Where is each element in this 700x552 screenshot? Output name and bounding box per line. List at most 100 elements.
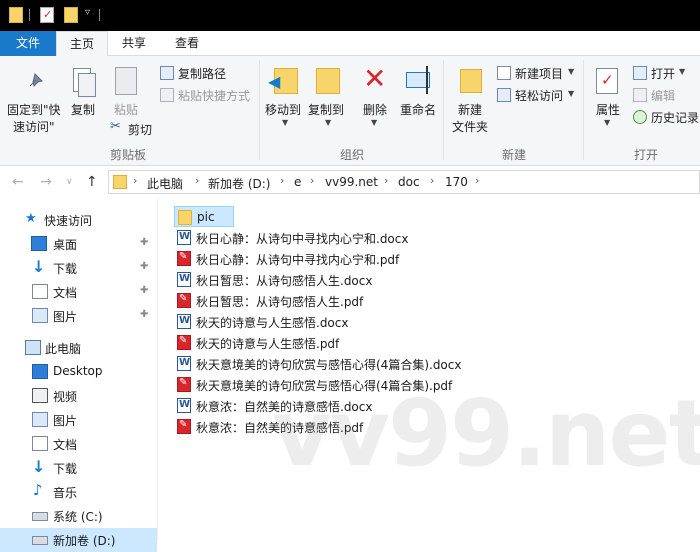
nav-music[interactable]: ♪ 音乐 xyxy=(0,480,157,504)
chevron-right-icon[interactable]: › xyxy=(280,174,284,187)
address-bar[interactable]: › 此电脑 › 新加卷 (D:) › e › vv99.net › doc › … xyxy=(108,170,700,194)
nav-new-volume-d[interactable]: 新加卷 (D:) xyxy=(0,528,157,552)
file-name: 秋日暂思：从诗句感悟人生.docx xyxy=(196,274,373,288)
chevron-right-icon[interactable]: › xyxy=(384,174,388,187)
nav-documents[interactable]: 文档 ✚ xyxy=(0,280,157,304)
video-icon xyxy=(32,388,48,403)
nav-pictures[interactable]: 图片 ✚ xyxy=(0,304,157,328)
nav-pc-pictures[interactable]: 图片 xyxy=(0,408,157,432)
pdf-document-icon xyxy=(177,419,191,434)
group-new-label: 新建 xyxy=(502,148,527,162)
nav-system-c[interactable]: 系统 (C:) xyxy=(0,504,157,528)
pin-icon xyxy=(29,73,43,87)
up-arrow-icon[interactable]: ↑ xyxy=(86,174,98,190)
properties-button[interactable]: ✓ 属性 ▼ xyxy=(590,64,626,134)
navigation-pane: ★ 快速访问 桌面 ✚ ↓ 下载 ✚ 文档 ✚ 图片 ✚ 此电脑 Desktop… xyxy=(0,198,157,552)
delete-button[interactable]: ✕ 删除 ▼ xyxy=(357,62,393,134)
dropdown-icon: ▼ xyxy=(679,67,686,76)
nav-desktop-label: 桌面 xyxy=(53,238,78,252)
move-to-label: 移动到 xyxy=(265,103,302,117)
list-item[interactable]: 秋日心静：从诗句中寻找内心宁和.pdf xyxy=(174,248,694,269)
copy-button[interactable]: 复制 xyxy=(66,64,102,134)
delete-x-icon: ✕ xyxy=(363,62,387,95)
navigation-pane-divider[interactable] xyxy=(157,198,158,540)
group-separator xyxy=(443,60,444,160)
tab-file[interactable]: 文件 xyxy=(0,31,56,56)
file-name: pic xyxy=(197,210,215,224)
breadcrumb-drive[interactable]: 新加卷 (D:) xyxy=(208,175,270,192)
pin-icon[interactable]: ✚ xyxy=(140,285,148,296)
nav-pc-downloads[interactable]: ↓ 下载 xyxy=(0,456,157,480)
pin-icon[interactable]: ✚ xyxy=(140,261,148,272)
nav-videos[interactable]: 视频 xyxy=(0,384,157,408)
nav-this-pc[interactable]: 此电脑 xyxy=(0,336,157,360)
cut-button[interactable]: ✂ 剪切 xyxy=(110,119,170,137)
documents-icon xyxy=(32,284,48,299)
chevron-right-icon[interactable]: › xyxy=(475,174,479,187)
properties-icon[interactable]: ✓ xyxy=(40,7,54,23)
pictures-icon xyxy=(32,412,48,427)
chevron-right-icon[interactable]: › xyxy=(310,174,314,187)
history-icon xyxy=(633,110,647,124)
download-arrow-icon: ↓ xyxy=(32,257,46,276)
forward-arrow-icon[interactable]: → xyxy=(40,174,52,190)
paste-shortcut-button[interactable]: 粘贴快捷方式 xyxy=(160,86,260,104)
chevron-right-icon[interactable]: › xyxy=(195,174,199,187)
pdf-document-icon xyxy=(177,335,191,350)
list-item[interactable]: 秋日暂思：从诗句感悟人生.docx xyxy=(174,269,694,290)
copy-to-button[interactable]: 复制到 ▼ xyxy=(306,64,348,134)
copy-path-button[interactable]: 复制路径 xyxy=(160,64,260,82)
tab-view[interactable]: 查看 xyxy=(162,31,212,56)
history-button[interactable]: 历史记录 xyxy=(633,108,700,126)
chevron-right-icon[interactable]: › xyxy=(133,174,137,187)
nav-quick-access[interactable]: ★ 快速访问 xyxy=(0,208,157,232)
list-item[interactable]: pic xyxy=(174,206,234,227)
breadcrumb-e[interactable]: e xyxy=(294,175,301,189)
recent-dropdown-icon[interactable]: ∨ xyxy=(66,177,73,187)
copy-icon-back xyxy=(78,73,96,97)
edit-button[interactable]: 编辑 xyxy=(633,86,700,104)
pin-icon[interactable]: ✚ xyxy=(140,309,148,320)
breadcrumb-vv99[interactable]: vv99.net xyxy=(325,175,378,189)
list-item[interactable]: 秋天的诗意与人生感悟.pdf xyxy=(174,332,694,353)
list-item[interactable]: 秋天的诗意与人生感悟.docx xyxy=(174,311,694,332)
desktop-icon xyxy=(32,364,48,379)
group-clipboard-label: 剪贴板 xyxy=(110,148,147,162)
list-item[interactable]: 秋日暂思：从诗句感悟人生.pdf xyxy=(174,290,694,311)
folder-icon[interactable] xyxy=(9,7,23,23)
tab-home[interactable]: 主页 xyxy=(56,31,108,57)
file-name: 秋日心静：从诗句中寻找内心宁和.docx xyxy=(196,232,409,246)
list-item[interactable]: 秋天意境美的诗句欣赏与感悟心得(4篇合集).docx xyxy=(174,353,694,374)
chevron-right-icon[interactable]: › xyxy=(430,174,434,187)
computer-icon xyxy=(25,340,41,355)
cursor-icon xyxy=(426,66,428,94)
new-folder-icon[interactable] xyxy=(64,7,78,23)
move-to-button[interactable]: ◀ 移动到 ▼ xyxy=(264,64,306,134)
new-item-label: 新建项目 xyxy=(515,67,564,81)
breadcrumb-doc[interactable]: doc xyxy=(398,175,420,189)
tab-share[interactable]: 共享 xyxy=(110,31,158,56)
ribbon: 固定到"快 速访问" 复制 粘贴 复制路径 粘贴快捷方式 ✂ 剪切 剪贴板 ◀ … xyxy=(0,56,700,166)
breadcrumb-this-pc[interactable]: 此电脑 xyxy=(147,175,183,192)
rename-button[interactable]: 重命名 xyxy=(398,64,440,134)
group-open-label: 打开 xyxy=(634,148,659,162)
pin-icon[interactable]: ✚ xyxy=(140,237,148,248)
nav-pc-documents[interactable]: 文档 xyxy=(0,432,157,456)
separator xyxy=(99,9,100,21)
open-button[interactable]: 打开 ▼ xyxy=(633,64,700,82)
nav-quick-access-label: 快速访问 xyxy=(44,214,93,228)
paste-label: 粘贴 xyxy=(114,103,139,117)
pin-quick-access-button[interactable]: 固定到"快 速访问" xyxy=(4,64,64,134)
back-arrow-icon[interactable]: ← xyxy=(12,174,24,190)
customize-quick-access-icon[interactable]: ▿ xyxy=(85,7,90,18)
dropdown-icon: ▼ xyxy=(568,89,575,98)
nav-downloads[interactable]: ↓ 下载 ✚ xyxy=(0,256,157,280)
breadcrumb-170[interactable]: 170 xyxy=(445,175,468,189)
open-label: 打开 xyxy=(651,67,676,81)
easy-access-button[interactable]: 轻松访问 ▼ xyxy=(497,86,579,104)
new-folder-button[interactable]: 新建 文件夹 xyxy=(450,64,492,144)
list-item[interactable]: 秋日心静：从诗句中寻找内心宁和.docx xyxy=(174,227,694,248)
nav-pc-desktop[interactable]: Desktop xyxy=(0,360,157,384)
nav-desktop[interactable]: 桌面 ✚ xyxy=(0,232,157,256)
new-item-button[interactable]: 新建项目 ▼ xyxy=(497,64,579,82)
